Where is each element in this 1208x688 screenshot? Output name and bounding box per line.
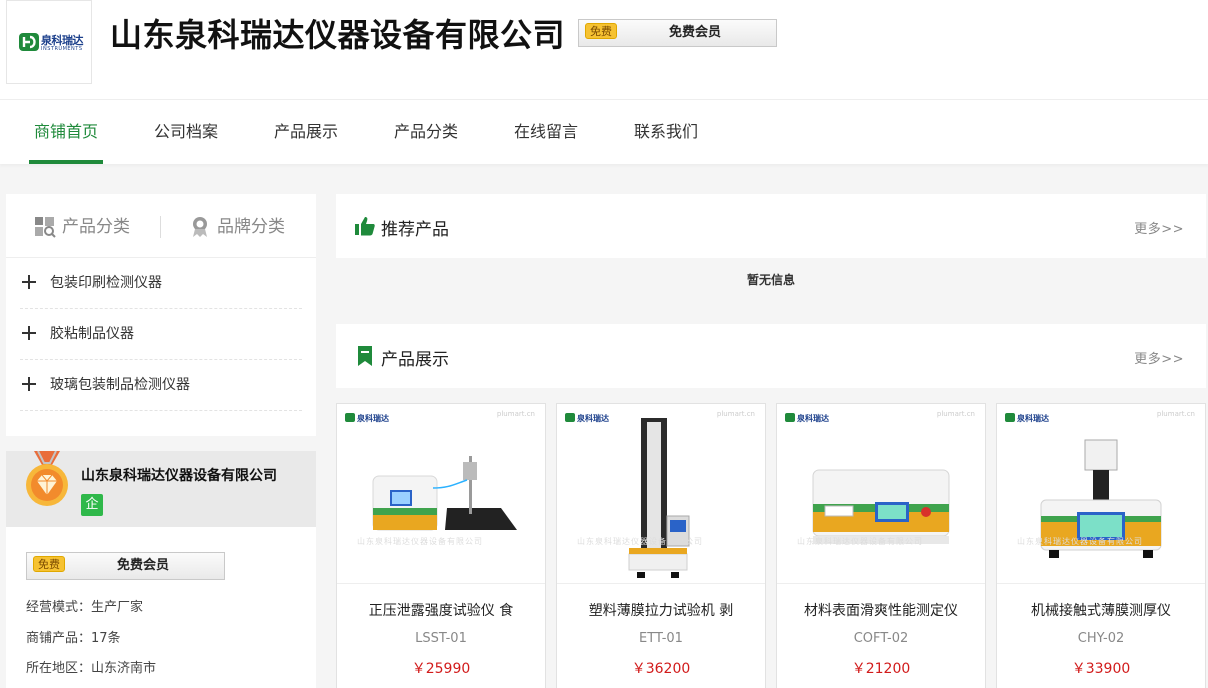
tensile-tester-illustration bbox=[628, 418, 690, 578]
expand-plus-icon[interactable] bbox=[22, 377, 36, 391]
member-label: 免费会员 bbox=[669, 25, 722, 40]
more-link[interactable]: 更多>> bbox=[1134, 218, 1184, 237]
image-watermark: 山东泉科瑞达仪器设备有限公司 bbox=[1017, 537, 1143, 546]
expand-plus-icon[interactable] bbox=[22, 326, 36, 340]
thumbs-up-icon bbox=[355, 217, 375, 236]
company-title: 山东泉科瑞达仪器设备有限公司 bbox=[110, 16, 566, 54]
product-model: CHY-02 bbox=[1077, 631, 1125, 646]
image-watermark: 山东泉科瑞达仪器设备有限公司 bbox=[357, 537, 483, 546]
category-label[interactable]: 玻璃包装制品检测仪器 bbox=[50, 374, 190, 394]
brand-award-icon bbox=[193, 217, 207, 237]
category-label[interactable]: 包装印刷检测仪器 bbox=[50, 272, 162, 292]
product-price: ￥25990 bbox=[411, 661, 471, 677]
product-image[interactable]: 泉科瑞达 plumart.cn 山东泉科瑞达仪器设备有限公司 bbox=[557, 404, 765, 584]
category-item[interactable]: 胶粘制品仪器 bbox=[20, 309, 302, 360]
info-label: 所在地区： bbox=[26, 661, 92, 676]
category-label[interactable]: 胶粘制品仪器 bbox=[50, 323, 134, 343]
bookmark-icon bbox=[358, 346, 372, 366]
recommended-section-header: 推荐产品 更多>> bbox=[336, 194, 1206, 258]
product-image[interactable]: 泉科瑞达 plumart.cn 山东泉科瑞达仪器设备有限公司 bbox=[337, 404, 545, 584]
empty-message: 暂无信息 bbox=[746, 273, 795, 287]
tab-brand-categories-label: 品牌分类 bbox=[217, 217, 285, 237]
nav-item-profile[interactable]: 公司档案 bbox=[150, 100, 222, 164]
friction-tester-illustration bbox=[812, 469, 950, 544]
expand-plus-icon[interactable] bbox=[22, 275, 36, 289]
product-model: COFT-02 bbox=[853, 631, 909, 646]
product-image[interactable]: 泉科瑞达 plumart.cn 山东泉科瑞达仪器设备有限公司 bbox=[997, 404, 1205, 584]
nav-item-categories[interactable]: 产品分类 bbox=[390, 100, 462, 164]
category-panel: 产品分类 品牌分类 包装印刷检测仪器 胶粘制品仪器 玻璃包装制品检测仪器 bbox=[6, 194, 316, 436]
info-value: 生产厂家 bbox=[91, 600, 144, 615]
medal-icon bbox=[26, 451, 68, 506]
free-tag: 免费 bbox=[33, 556, 65, 572]
product-card[interactable]: 泉科瑞达 plumart.cn 山东泉科瑞达仪器设备有限公司 材料表面滑爽性能测… bbox=[776, 403, 986, 688]
info-label: 经营模式： bbox=[26, 600, 92, 615]
product-card[interactable]: 泉科瑞达 plumart.cn 山东泉科瑞达仪器设备有限公司 塑料薄膜拉力试验机… bbox=[556, 403, 766, 688]
free-tag: 免费 bbox=[585, 23, 617, 39]
section-title: 推荐产品 bbox=[381, 220, 449, 240]
category-item[interactable]: 玻璃包装制品检测仪器 bbox=[20, 360, 302, 411]
info-business-mode: 经营模式：生产厂家 bbox=[26, 596, 143, 615]
enterprise-badge: 企 bbox=[81, 494, 103, 516]
image-watermark: 山东泉科瑞达仪器设备有限公司 bbox=[577, 537, 703, 546]
info-location: 所在地区：山东济南市 bbox=[26, 657, 156, 676]
company-name[interactable]: 山东泉科瑞达仪器设备有限公司 bbox=[81, 465, 277, 485]
info-value: 山东济南市 bbox=[91, 661, 157, 676]
nav-item-home[interactable]: 商铺首页 bbox=[29, 100, 103, 164]
info-label: 商铺产品： bbox=[26, 631, 92, 646]
product-card[interactable]: 泉科瑞达 plumart.cn 山东泉科瑞达仪器设备有限公司 机械接触式薄膜测厚… bbox=[996, 403, 1206, 688]
product-price: ￥21200 bbox=[851, 661, 911, 677]
tab-divider bbox=[160, 216, 161, 238]
category-grid-icon bbox=[35, 217, 56, 238]
company-info-panel: 山东泉科瑞达仪器设备有限公司 企 免费 免费会员 经营模式：生产厂家 商铺产品：… bbox=[6, 451, 316, 688]
product-name[interactable]: 机械接触式薄膜测厚仪 bbox=[997, 600, 1205, 620]
store-header: 泉科瑞达 INSTRUMENTS 山东泉科瑞达仪器设备有限公司 免费 免费会员 bbox=[0, 0, 1208, 100]
member-label: 免费会员 bbox=[117, 558, 170, 573]
thickness-tester-illustration bbox=[1040, 439, 1162, 558]
leak-tester-illustration bbox=[372, 456, 517, 531]
product-model: LSST-01 bbox=[415, 631, 467, 646]
category-item[interactable]: 包装印刷检测仪器 bbox=[20, 258, 302, 309]
info-store-products: 商铺产品：17条 bbox=[26, 627, 121, 646]
company-logo[interactable]: 泉科瑞达 INSTRUMENTS bbox=[6, 0, 92, 84]
logo-mark-icon bbox=[19, 33, 39, 51]
logo-sub-text: INSTRUMENTS bbox=[41, 46, 83, 52]
product-price: ￥36200 bbox=[631, 661, 691, 677]
product-price: ￥33900 bbox=[1071, 661, 1131, 677]
product-name[interactable]: 塑料薄膜拉力试验机 剥 bbox=[557, 600, 765, 620]
section-title: 产品展示 bbox=[381, 350, 449, 370]
more-link[interactable]: 更多>> bbox=[1134, 348, 1184, 367]
product-card[interactable]: 泉科瑞达 plumart.cn 山东泉科瑞达仪器设备有限公司 正压泄露强度试验仪… bbox=[336, 403, 546, 688]
main-nav: 商铺首页 公司档案 产品展示 产品分类 在线留言 联系我们 bbox=[0, 100, 1208, 164]
nav-item-products[interactable]: 产品展示 bbox=[270, 100, 342, 164]
product-model: ETT-01 bbox=[639, 631, 683, 646]
nav-item-message[interactable]: 在线留言 bbox=[510, 100, 582, 164]
product-image[interactable]: 泉科瑞达 plumart.cn 山东泉科瑞达仪器设备有限公司 bbox=[777, 404, 985, 584]
products-section-header: 产品展示 更多>> bbox=[336, 324, 1206, 388]
nav-item-contact[interactable]: 联系我们 bbox=[630, 100, 702, 164]
member-badge[interactable]: 免费 免费会员 bbox=[578, 19, 777, 47]
company-info-header: 山东泉科瑞达仪器设备有限公司 企 bbox=[6, 451, 316, 527]
tab-product-categories-label: 产品分类 bbox=[62, 217, 130, 237]
info-value: 17条 bbox=[91, 631, 121, 646]
product-name[interactable]: 材料表面滑爽性能测定仪 bbox=[777, 600, 985, 620]
product-name[interactable]: 正压泄露强度试验仪 食 bbox=[337, 600, 545, 620]
member-badge[interactable]: 免费 免费会员 bbox=[26, 552, 225, 580]
image-watermark: 山东泉科瑞达仪器设备有限公司 bbox=[797, 537, 923, 546]
